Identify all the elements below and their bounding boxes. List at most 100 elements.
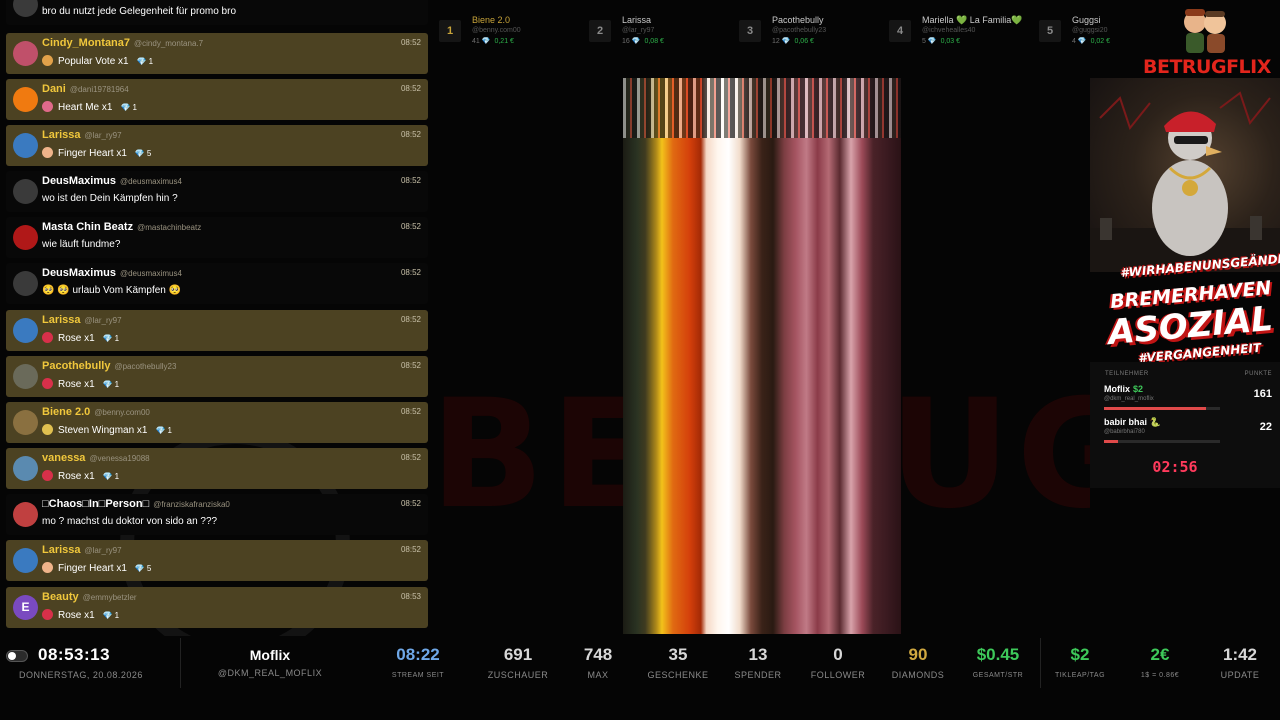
stat-value: 1:42 (1222, 645, 1258, 664)
chat-username[interactable]: Pacothebully @pacothebully23 (42, 360, 176, 372)
leaderboard-euro: 0,02 € (1090, 38, 1111, 45)
chat-timestamp: 08:52 (400, 499, 421, 508)
chat-timestamp: 08:53 (400, 592, 421, 601)
chat-handle: @lar_ry97 (84, 546, 122, 555)
chat-timestamp: 08:52 (400, 222, 421, 231)
participant-row: babir bhai 🐍 @babirbhai780 22 (1104, 417, 1272, 447)
leaderboard-stats: 4 💎 0,02 € (1072, 38, 1111, 45)
gift-line: Steven Wingman x1 💎 1 (42, 424, 172, 436)
diamond-icon: 💎 (481, 38, 491, 45)
diamond-count: 1 (114, 380, 120, 389)
leaderboard-rank: 3 (739, 20, 761, 42)
user-avatar[interactable]: E (13, 595, 38, 620)
chat-timestamp: 08:52 (400, 268, 421, 277)
leaderboard-name: Guggsi (1072, 15, 1101, 25)
stat-value: 748 (583, 645, 613, 664)
divider (180, 638, 181, 688)
stat-geschenke: 35 GESCHENKE (638, 645, 718, 680)
gift-icon (42, 332, 53, 343)
gift-icon (42, 55, 53, 66)
chat-text: wie läuft fundme? (42, 239, 121, 250)
chat-gift-message: Larissa @lar_ry97 08:52 Rose x1 💎 1 (6, 310, 428, 351)
stat-value: $0.45 (976, 645, 1020, 664)
chat-message: DeusMaximus@deusmaximus4 08:51bro du nut… (6, 0, 428, 25)
chat-username[interactable]: Biene 2.0 @benny.com00 (42, 406, 150, 418)
leaderboard-handle: @lar_ry97 (622, 27, 655, 34)
diamond-icon: 💎 (120, 103, 131, 112)
diamond-icon: 💎 (631, 38, 641, 45)
chat-timestamp: 08:52 (400, 38, 421, 47)
stat-label: MAX (587, 670, 609, 680)
chat-username[interactable]: DeusMaximus @deusmaximus4 (42, 175, 182, 187)
user-avatar[interactable] (13, 179, 38, 204)
points-header: PUNKTE (1244, 371, 1272, 377)
gift-line: Finger Heart x1 💎 5 (42, 562, 151, 574)
chat-feed[interactable]: DeusMaximus@deusmaximus4 08:51bro du nut… (0, 0, 432, 636)
chat-handle: @lar_ry97 (84, 131, 122, 140)
participant-name: Moflix $2 (1104, 384, 1144, 394)
gift-line: Popular Vote x1 💎 1 (42, 55, 153, 67)
leaderboard-rank: 1 (439, 20, 461, 42)
stat-1-0-86-: 2€ 1$ = 0.86€ (1120, 645, 1200, 679)
gift-line: Heart Me x1 💎 1 (42, 101, 137, 113)
chat-username[interactable]: Larissa @lar_ry97 (42, 314, 122, 326)
stat-gesamt-str: $0.45 GESAMT/STR (958, 645, 1038, 679)
chat-timestamp: 08:52 (400, 130, 421, 139)
chat-username[interactable]: Dani @dani19781964 (42, 83, 129, 95)
user-avatar[interactable] (13, 548, 38, 573)
user-avatar[interactable] (13, 364, 38, 389)
user-avatar[interactable] (13, 133, 38, 158)
asozial-banner: #WIRHABENUNSGEÄNDERT BREMERHAVEN ASOZIAL… (1098, 250, 1280, 374)
chat-username[interactable]: Larissa @lar_ry97 (42, 544, 122, 556)
user-avatar[interactable] (13, 87, 38, 112)
user-avatar[interactable] (13, 318, 38, 343)
gift-name: Rose x1 (58, 610, 95, 621)
participant-name: babir bhai 🐍 (1104, 417, 1161, 427)
stat-label: TIKLEAP/TAG (1054, 672, 1106, 679)
stat-label: DIAMONDS (891, 670, 945, 680)
gift-icon (42, 147, 53, 158)
leaderboard-stats: 12 💎 0,06 € (772, 38, 814, 45)
stat-label: GESCHENKE (647, 670, 709, 680)
chat-username[interactable]: Larissa @lar_ry97 (42, 129, 122, 141)
participant-handle: @babirbhai780 (1104, 429, 1145, 435)
chat-message: Masta Chin Beatz @mastachinbeatz 08:52 wie… (6, 217, 428, 258)
user-avatar[interactable] (13, 225, 38, 250)
chat-username[interactable]: Cindy_Montana7 @cindy_montana.7 (42, 37, 203, 49)
user-avatar[interactable] (13, 456, 38, 481)
gift-line: Finger Heart x1 💎 5 (42, 147, 151, 159)
top-gifters-leaderboard: 1 Biene 2.0 @benny.com00 41 💎 0,21 € 2 La… (436, 10, 1110, 54)
chat-username[interactable]: DeusMaximus @deusmaximus4 (42, 267, 182, 279)
diamond-icon: 💎 (102, 334, 113, 343)
chat-text: wo ist den Dein Kämpfen hin ? (42, 193, 178, 204)
participant-points: 161 (1253, 388, 1272, 400)
leaderboard-euro: 0,21 € (494, 38, 514, 45)
chat-username[interactable]: Masta Chin Beatz @mastachinbeatz (42, 221, 201, 233)
participant-points: 22 (1259, 421, 1272, 433)
chat-username[interactable]: vanessa @venessa19088 (42, 452, 150, 464)
chat-handle: @benny.com00 (94, 408, 150, 417)
leaderboard-name: Larissa (622, 15, 652, 25)
user-avatar[interactable] (13, 502, 38, 527)
gift-line: Rose x1 💎 1 (42, 332, 119, 344)
participant-progress-bar (1104, 407, 1220, 410)
gift-icon (42, 609, 53, 620)
chat-handle: @pacothebully23 (114, 362, 177, 371)
stat-value: 08:22 (396, 645, 440, 664)
betrugflix-logo: BETRUGFLIX (1143, 4, 1271, 78)
diamond-icon: 💎 (1077, 38, 1087, 45)
chat-username[interactable]: Beauty @emmybetzler (42, 591, 137, 603)
leaderboard-rank: 4 (889, 20, 911, 42)
gift-name: Heart Me x1 (58, 102, 113, 113)
participant-amount: $2 (1133, 384, 1144, 394)
user-avatar[interactable] (13, 41, 38, 66)
user-avatar[interactable] (13, 271, 38, 296)
dark-mode-toggle[interactable] (6, 650, 28, 662)
user-avatar[interactable] (13, 410, 38, 435)
chat-username[interactable]: □Chaos□In□Person□ @franziskafranziska0 (42, 498, 230, 510)
gift-name: Finger Heart x1 (58, 148, 127, 159)
gift-name: Rose x1 (58, 471, 95, 482)
user-avatar[interactable] (13, 0, 38, 17)
chat-timestamp: 08:52 (400, 315, 421, 324)
stat-label: UPDATE (1220, 670, 1260, 680)
